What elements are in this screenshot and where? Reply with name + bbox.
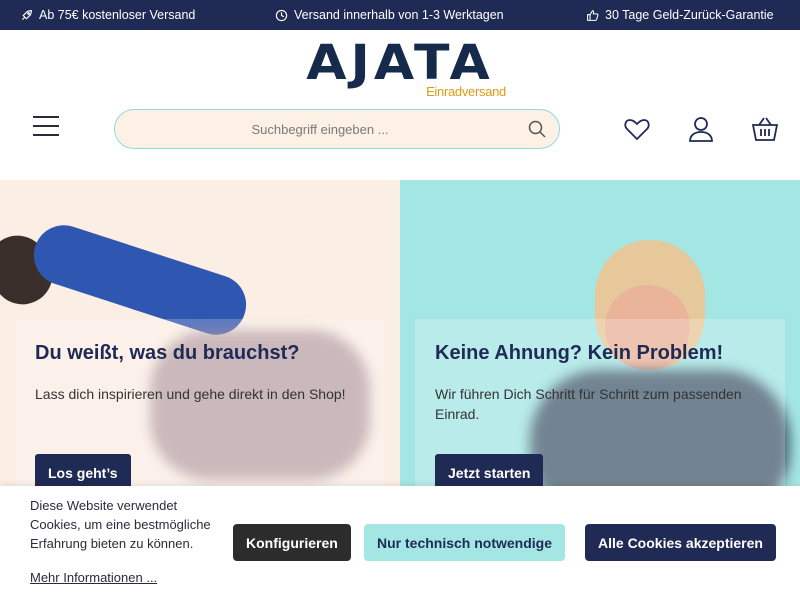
clock-icon xyxy=(275,9,288,21)
teaser-advisor: Keine Ahnung? Kein Problem! Wir führen D… xyxy=(400,180,800,500)
teaser-advisor-title: Keine Ahnung? Kein Problem! xyxy=(435,342,724,364)
usp-guarantee: 30 Tage Geld-Zurück-Garantie xyxy=(586,0,774,30)
teaser-advisor-text: Wir führen Dich Schritt für Schritt zum … xyxy=(435,386,742,422)
teaser-shop-title: Du weißt, was du brauchst? xyxy=(35,342,300,364)
search-input[interactable] xyxy=(135,110,505,148)
teaser-shop: Du weißt, was du brauchst? Lass dich ins… xyxy=(0,180,400,500)
configure-cookies-button[interactable]: Konfigurieren xyxy=(233,524,351,561)
site-header: AJATA Einradversand xyxy=(0,30,800,180)
search-bar xyxy=(114,109,560,149)
more-information-link[interactable]: Mehr Informationen ... xyxy=(30,570,157,585)
usp-guarantee-text: 30 Tage Geld-Zurück-Garantie xyxy=(605,8,774,22)
heart-wishlist-icon[interactable] xyxy=(622,114,652,144)
logo[interactable]: AJATA Einradversand xyxy=(292,36,508,102)
cookie-notice-text: Diese Website verwendet Cookies, um eine… xyxy=(30,498,211,551)
rocket-icon xyxy=(22,9,32,20)
usp-shipping-text: Ab 75€ kostenloser Versand xyxy=(39,8,196,22)
usp-shipping: Ab 75€ kostenloser Versand xyxy=(20,0,195,30)
cookie-banner: Diese Website verwendet Cookies, um eine… xyxy=(0,486,800,600)
thumbs-up-icon xyxy=(587,9,599,21)
usp-bar: Ab 75€ kostenloser Versand Versand inner… xyxy=(0,0,800,30)
technical-cookies-button[interactable]: Nur technisch notwendige xyxy=(364,524,566,561)
accept-all-cookies-button[interactable]: Alle Cookies akzeptieren xyxy=(585,524,776,561)
hamburger-menu-icon[interactable] xyxy=(33,116,61,140)
usp-delivery-text: Versand innerhalb von 1-3 Werktagen xyxy=(294,8,504,22)
teaser-shop-text: Lass dich inspirieren und gehe direkt in… xyxy=(35,386,346,402)
logo-subtitle: Einradversand xyxy=(426,84,506,99)
usp-delivery-time: Versand innerhalb von 1-3 Werktagen xyxy=(275,0,504,30)
search-icon[interactable] xyxy=(527,119,547,139)
logo-wordmark: AJATA xyxy=(306,36,494,92)
user-account-icon[interactable] xyxy=(686,114,716,144)
shopping-basket-icon[interactable] xyxy=(750,114,780,144)
